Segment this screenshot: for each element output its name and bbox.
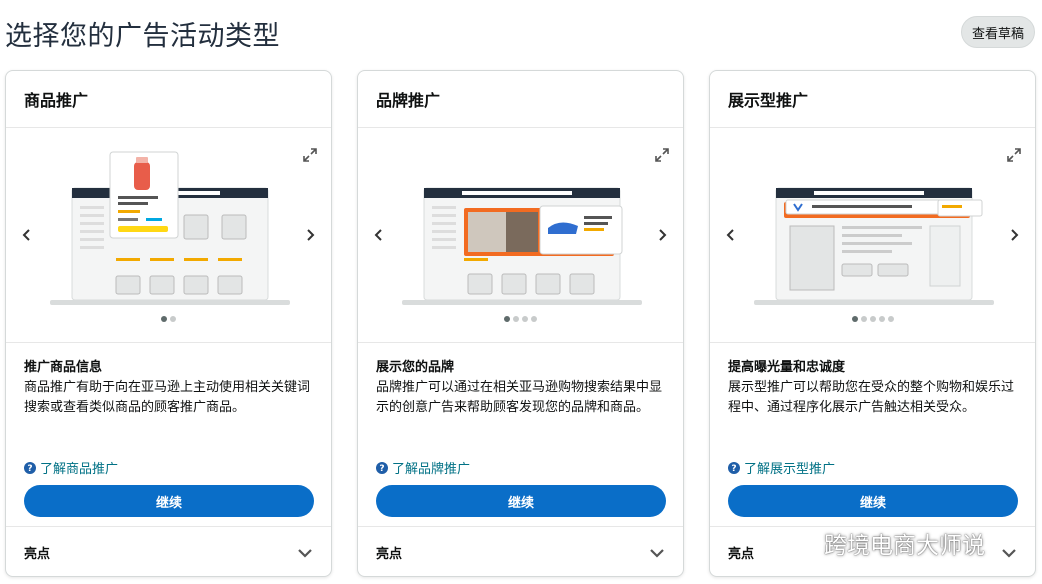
card-header: 展示型推广 — [710, 71, 1035, 128]
watermark: 跨境电商大师说 — [782, 526, 985, 560]
carousel-dot[interactable] — [522, 316, 528, 322]
highlights-toggle[interactable]: 亮点 — [358, 526, 683, 576]
svg-text:?: ? — [379, 464, 384, 474]
preview-carousel — [358, 128, 683, 343]
carousel-prev-icon[interactable] — [724, 228, 738, 242]
carousel-dot[interactable] — [504, 316, 510, 322]
wechat-icon — [782, 530, 816, 555]
expand-icon[interactable] — [303, 148, 317, 162]
learn-more-link[interactable]: ? 了解品牌推广 — [376, 458, 470, 477]
card-title: 品牌推广 — [376, 91, 441, 110]
continue-button[interactable]: 继续 — [376, 485, 666, 517]
preview-carousel — [710, 128, 1035, 343]
highlights-toggle[interactable]: 亮点 — [6, 526, 331, 576]
sponsored-display-preview-illustration — [754, 187, 994, 305]
help-icon: ? — [376, 461, 388, 474]
carousel-dot[interactable] — [851, 316, 858, 322]
continue-button[interactable]: 继续 — [24, 485, 314, 517]
carousel-indicator — [6, 316, 331, 322]
carousel-dot[interactable] — [887, 316, 894, 322]
carousel-indicator — [710, 316, 1035, 322]
learn-more-link[interactable]: ? 了解商品推广 — [24, 458, 118, 477]
carousel-dot[interactable] — [170, 316, 176, 322]
card-description: 商品推广有助于向在亚马逊上主动使用相关关键词搜索或查看类似商品的顾客推广商品。 — [24, 380, 311, 415]
campaign-card-sponsored-products: 商品推广 推广商品信息 商品推广有助于向在亚马逊上主动使用相关关键词搜索或查看类… — [5, 70, 332, 577]
highlights-label: 亮点 — [24, 547, 51, 562]
carousel-next-icon[interactable] — [303, 228, 317, 242]
continue-button[interactable]: 继续 — [728, 485, 1018, 517]
chevron-down-icon[interactable] — [1001, 545, 1017, 561]
carousel-next-icon[interactable] — [1007, 228, 1021, 242]
carousel-prev-icon[interactable] — [20, 228, 34, 242]
carousel-dot[interactable] — [161, 316, 167, 322]
carousel-next-icon[interactable] — [655, 228, 669, 242]
learn-more-label[interactable]: 了解展示型推广 — [744, 458, 835, 477]
view-drafts-button[interactable]: 查看草稿 — [961, 16, 1035, 48]
carousel-prev-icon[interactable] — [372, 228, 386, 242]
preview-carousel — [6, 128, 331, 343]
card-header: 品牌推广 — [358, 71, 683, 128]
carousel-dot[interactable] — [869, 316, 876, 322]
chevron-down-icon[interactable] — [297, 545, 313, 561]
campaign-card-sponsored-brands: 品牌推广 展示您的品牌 品牌推广可以通过在相关亚马逊购物搜索结果中显示的创意广告… — [357, 70, 684, 577]
watermark-text: 跨境电商大师说 — [824, 533, 985, 559]
learn-more-label[interactable]: 了解品牌推广 — [392, 458, 470, 477]
help-icon: ? — [24, 461, 36, 474]
chevron-down-icon[interactable] — [649, 545, 665, 561]
card-subtitle: 提高曝光量和忠诚度 — [728, 360, 846, 375]
sponsored-brands-preview-illustration — [402, 187, 642, 305]
card-title: 展示型推广 — [728, 91, 809, 110]
highlights-label: 亮点 — [728, 547, 755, 562]
card-subtitle: 展示您的品牌 — [376, 360, 455, 375]
carousel-dot[interactable] — [513, 316, 519, 322]
svg-text:?: ? — [731, 464, 736, 474]
learn-more-link[interactable]: ? 了解展示型推广 — [728, 458, 835, 477]
highlights-label: 亮点 — [376, 547, 403, 562]
sponsored-products-preview-illustration — [50, 151, 290, 305]
expand-icon[interactable] — [655, 148, 669, 162]
card-title: 商品推广 — [24, 91, 89, 110]
help-icon: ? — [728, 461, 740, 474]
carousel-dot[interactable] — [860, 316, 867, 322]
card-header: 商品推广 — [6, 71, 331, 128]
carousel-indicator — [358, 316, 683, 322]
card-subtitle: 推广商品信息 — [24, 360, 103, 375]
campaign-card-sponsored-display: 展示型推广 提高曝光量和忠诚度 展示型推广可以帮助您在受众的整个购物和娱乐过程中… — [709, 70, 1036, 577]
expand-icon[interactable] — [1007, 148, 1021, 162]
carousel-dot[interactable] — [531, 316, 537, 322]
carousel-dot[interactable] — [878, 316, 885, 322]
learn-more-label[interactable]: 了解商品推广 — [40, 458, 118, 477]
svg-text:?: ? — [27, 464, 32, 474]
card-description: 展示型推广可以帮助您在受众的整个购物和娱乐过程中、通过程序化展示广告触达相关受众… — [728, 380, 1015, 415]
page-title: 选择您的广告活动类型 — [5, 21, 280, 52]
card-description: 品牌推广可以通过在相关亚马逊购物搜索结果中显示的创意广告来帮助顾客发现您的品牌和… — [376, 380, 663, 415]
